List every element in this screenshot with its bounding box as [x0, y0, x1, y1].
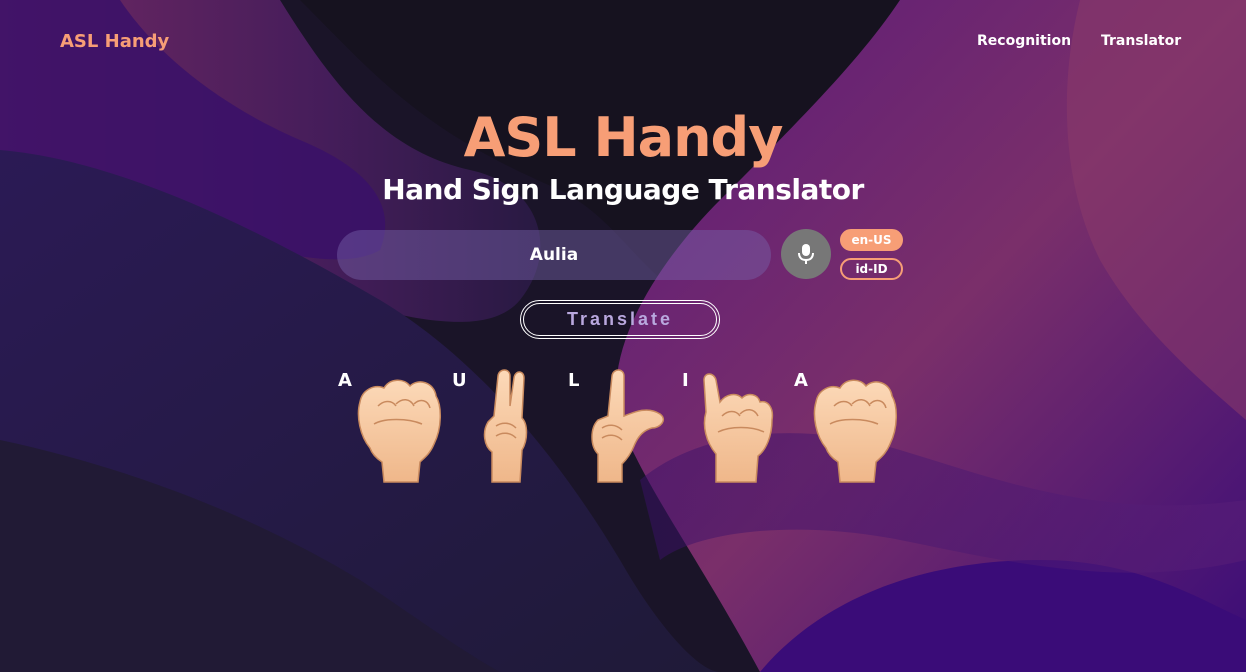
sign-letter: A	[794, 370, 808, 391]
asl-a-hand-icon	[338, 366, 448, 486]
sign-item: A	[794, 366, 904, 486]
sign-item: I	[682, 366, 792, 486]
logo[interactable]: ASL Handy	[60, 31, 169, 52]
nav-link-recognition[interactable]: Recognition	[977, 33, 1071, 49]
nav-link-translator[interactable]: Translator	[1101, 33, 1181, 49]
asl-i-hand-icon	[682, 366, 792, 486]
asl-l-hand-icon	[568, 366, 678, 486]
sign-letter: A	[338, 370, 352, 391]
page-title: ASL Handy	[463, 106, 784, 169]
mic-button[interactable]	[781, 229, 831, 279]
translate-button[interactable]: Translate	[520, 300, 720, 339]
translate-button-label: Translate	[523, 303, 717, 336]
navbar: ASL Handy Recognition Translator	[0, 0, 1246, 84]
page-subtitle: Hand Sign Language Translator	[382, 173, 864, 206]
sign-letter: U	[452, 370, 467, 391]
text-input[interactable]	[337, 230, 771, 280]
sign-item: A	[338, 366, 448, 486]
asl-a-hand-icon	[794, 366, 904, 486]
sign-item: U	[452, 366, 562, 486]
sign-letter: L	[568, 370, 580, 391]
sign-letter: I	[682, 370, 689, 391]
lang-option-en-us[interactable]: en-US	[840, 229, 903, 251]
lang-option-id-id[interactable]: id-ID	[840, 258, 903, 280]
microphone-icon	[798, 244, 814, 264]
sign-item: L	[568, 366, 678, 486]
asl-u-hand-icon	[452, 366, 562, 486]
